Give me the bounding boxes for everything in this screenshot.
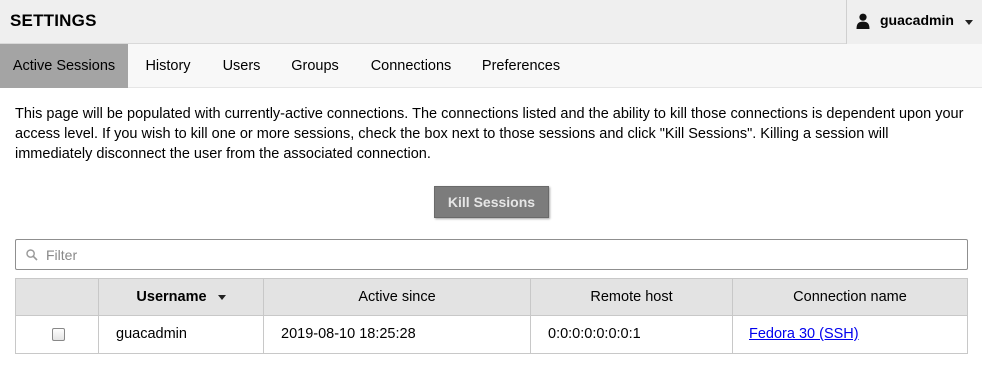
cell-active-since: 2019-08-10 18:25:28: [281, 326, 416, 342]
tab-users[interactable]: Users: [216, 44, 267, 88]
user-icon: [856, 13, 870, 29]
tab-preferences[interactable]: Preferences: [475, 44, 567, 88]
column-header-connection-name[interactable]: Connection name: [733, 279, 967, 315]
tab-connections[interactable]: Connections: [363, 44, 459, 88]
cell-connection-name: Fedora 30 (SSH): [749, 316, 859, 353]
column-divider: [98, 279, 99, 353]
settings-tabs: Active Sessions History Users Groups Con…: [0, 44, 982, 88]
column-divider: [530, 279, 531, 353]
tab-active-sessions[interactable]: Active Sessions: [0, 44, 128, 88]
current-username: guacadmin: [880, 12, 954, 28]
column-header-username-label: Username: [136, 289, 207, 305]
connection-link[interactable]: Fedora 30 (SSH): [749, 326, 859, 342]
tab-history[interactable]: History: [136, 44, 200, 88]
cell-remote-host: 0:0:0:0:0:0:0:1: [548, 326, 641, 342]
session-select-checkbox[interactable]: [52, 328, 65, 341]
user-menu-button[interactable]: guacadmin: [846, 0, 982, 44]
search-icon: [26, 248, 38, 261]
column-header-remote-host[interactable]: Remote host: [531, 279, 732, 315]
filter-input[interactable]: [46, 240, 956, 269]
cell-username: guacadmin: [116, 326, 187, 342]
column-header-username[interactable]: Username: [99, 279, 263, 315]
sort-caret-icon: [217, 294, 226, 300]
chevron-down-icon: [965, 20, 973, 25]
page-title: SETTINGS: [10, 11, 97, 30]
table-header-row: Username Active since Remote host Connec…: [16, 279, 967, 316]
sessions-table: Username Active since Remote host Connec…: [15, 278, 968, 354]
kill-sessions-button[interactable]: Kill Sessions: [434, 186, 549, 218]
app-header: SETTINGS guacadmin: [0, 0, 982, 44]
column-divider: [263, 279, 264, 353]
filter-field[interactable]: [15, 239, 968, 270]
column-divider: [732, 279, 733, 353]
sessions-description: This page will be populated with current…: [15, 106, 964, 162]
table-row: guacadmin 2019-08-10 18:25:28 0:0:0:0:0:…: [16, 316, 967, 353]
tab-groups[interactable]: Groups: [284, 44, 346, 88]
column-header-active-since[interactable]: Active since: [264, 279, 530, 315]
